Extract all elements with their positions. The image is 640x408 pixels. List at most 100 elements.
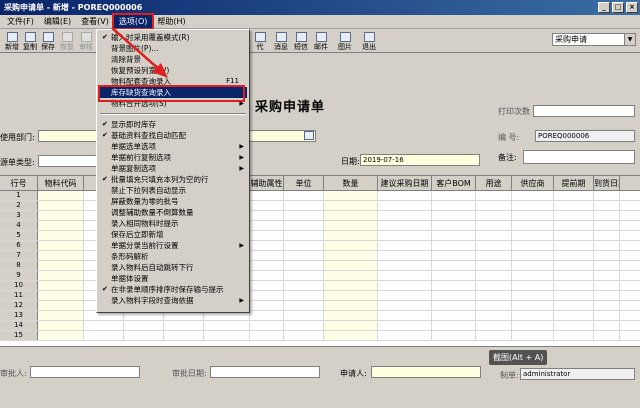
grid-cell[interactable] (284, 271, 324, 280)
grid-cell[interactable] (378, 211, 432, 220)
grid-cell[interactable] (594, 241, 620, 250)
grid-cell[interactable] (512, 331, 554, 340)
grid-cell[interactable] (250, 201, 284, 210)
grid-cell[interactable] (476, 251, 512, 260)
grid-cell[interactable] (250, 251, 284, 260)
copy-button[interactable]: 复制 (20, 31, 40, 52)
grid-cell[interactable] (554, 261, 594, 270)
grid-cell[interactable] (554, 201, 594, 210)
grid-cell[interactable] (284, 291, 324, 300)
col-header[interactable]: 数量 (324, 176, 378, 190)
grid-cell[interactable] (594, 191, 620, 200)
col-header[interactable]: 客户BOM (432, 176, 476, 190)
grid-cell[interactable] (284, 241, 324, 250)
exit-button[interactable]: 退出 (359, 31, 379, 52)
grid-cell[interactable] (324, 331, 378, 340)
grid-cell[interactable] (512, 291, 554, 300)
grid-cell[interactable] (250, 321, 284, 330)
message-button[interactable]: 消息 (271, 31, 291, 52)
grid-cell[interactable] (38, 301, 84, 310)
col-header[interactable]: 单位 (284, 176, 324, 190)
grid-cell[interactable] (378, 301, 432, 310)
grid-cell[interactable] (324, 271, 378, 280)
grid-cell[interactable] (554, 311, 594, 320)
col-header[interactable]: 辅助属性 (250, 176, 284, 190)
grid-cell[interactable] (554, 251, 594, 260)
grid-cell[interactable] (250, 241, 284, 250)
menu-item[interactable]: ✔ 基础资料查找自动匹配 (99, 130, 247, 141)
grid-cell[interactable] (512, 261, 554, 270)
grid-cell[interactable] (284, 321, 324, 330)
grid-cell[interactable] (554, 331, 594, 340)
grid-cell[interactable] (554, 301, 594, 310)
grid-cell[interactable] (38, 241, 84, 250)
grid-cell[interactable] (204, 331, 250, 340)
grid-cell[interactable] (432, 231, 476, 240)
grid-cell[interactable] (250, 271, 284, 280)
grid-cell[interactable] (250, 221, 284, 230)
grid-cell[interactable] (512, 321, 554, 330)
menu-item[interactable]: ✔ 在非录单顺序排序时保存输与提示 (99, 284, 247, 295)
grid-cell[interactable] (38, 191, 84, 200)
grid-cell[interactable] (594, 331, 620, 340)
grid-cell[interactable] (476, 281, 512, 290)
menu-help[interactable]: 帮助(H) (152, 15, 190, 28)
menu-item[interactable]: 物料合并选项(S) ▶ (99, 98, 247, 109)
sms-button[interactable]: 短信 (291, 31, 311, 52)
grid-cell[interactable] (476, 331, 512, 340)
grid-cell[interactable] (324, 311, 378, 320)
menu-item[interactable]: ✔ 输入时采用覆盖模式(R) (99, 32, 247, 43)
col-header[interactable]: 到货日期 (594, 176, 620, 190)
grid-cell[interactable] (432, 311, 476, 320)
grid-cell[interactable] (324, 261, 378, 270)
grid-cell[interactable] (250, 291, 284, 300)
grid-cell[interactable] (250, 331, 284, 340)
mail-button[interactable]: 邮件 (311, 31, 331, 52)
grid-cell[interactable] (38, 331, 84, 340)
grid-cell[interactable] (432, 191, 476, 200)
bill-type-select[interactable]: 采购申请 ▼ (552, 33, 636, 46)
save-button[interactable]: 保存 (38, 31, 58, 52)
grid-cell[interactable] (512, 211, 554, 220)
menu-edit[interactable]: 编辑(E) (39, 15, 76, 28)
grid-cell[interactable] (378, 191, 432, 200)
grid-cell[interactable] (512, 241, 554, 250)
grid-cell[interactable] (250, 211, 284, 220)
grid-cell[interactable] (250, 281, 284, 290)
menu-item[interactable]: 单据分录当前行设置 ▶ (99, 240, 247, 251)
grid-cell[interactable] (554, 241, 594, 250)
grid-cell[interactable] (284, 191, 324, 200)
close-button[interactable]: × (626, 2, 638, 13)
minimize-button[interactable]: _ (598, 2, 610, 13)
grid-cell[interactable] (38, 321, 84, 330)
remark-field[interactable] (523, 150, 635, 164)
grid-cell[interactable] (250, 191, 284, 200)
grid-cell[interactable] (432, 291, 476, 300)
grid-cell[interactable] (284, 311, 324, 320)
grid-cell[interactable] (476, 321, 512, 330)
applicant-field[interactable] (371, 366, 481, 378)
picture-button[interactable]: 图片 (335, 31, 355, 52)
col-header[interactable]: 用途 (476, 176, 512, 190)
grid-cell[interactable] (324, 241, 378, 250)
grid-cell[interactable] (432, 211, 476, 220)
grid-cell[interactable] (476, 221, 512, 230)
grid-cell[interactable] (38, 261, 84, 270)
col-header[interactable]: 提前期 (554, 176, 594, 190)
menu-item[interactable]: 录入物料后自动跳转下行 (99, 262, 247, 273)
grid-cell[interactable] (594, 251, 620, 260)
grid-cell[interactable] (84, 331, 124, 340)
grid-cell[interactable] (204, 321, 250, 330)
grid-cell[interactable] (594, 211, 620, 220)
grid-cell[interactable] (84, 321, 124, 330)
grid-cell[interactable] (594, 231, 620, 240)
grid-cell[interactable] (324, 301, 378, 310)
grid-cell[interactable] (378, 281, 432, 290)
grid-cell[interactable] (476, 261, 512, 270)
table-row[interactable]: 14 (0, 321, 640, 331)
col-header[interactable]: 供应商 (512, 176, 554, 190)
menu-view[interactable]: 查看(V) (76, 15, 114, 28)
grid-cell[interactable] (378, 231, 432, 240)
grid-cell[interactable] (378, 221, 432, 230)
table-row[interactable]: 15 (0, 331, 640, 341)
